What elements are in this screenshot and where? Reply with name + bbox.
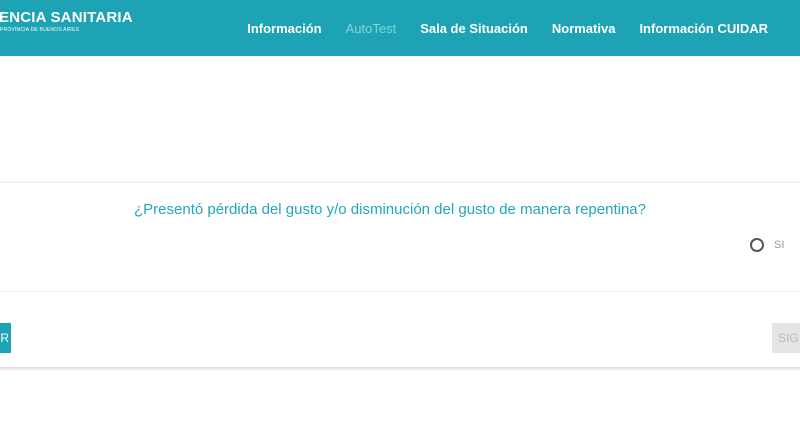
back-button-label: R xyxy=(0,331,9,345)
option-si[interactable]: SI xyxy=(750,238,784,252)
question-text: ¿Presentó pérdida del gusto y/o disminuc… xyxy=(134,201,646,218)
nav-item-autotest[interactable]: AutoTest xyxy=(334,21,409,36)
radio-button-si[interactable] xyxy=(750,238,764,252)
nav-item-normativa[interactable]: Normativa xyxy=(540,21,628,36)
nav-item-informacion-cuidar[interactable]: Información CUIDAR xyxy=(627,21,780,36)
top-header: ENCIA SANITARIA PROVINCIA DE BUENOS AIRE… xyxy=(0,0,800,56)
card-divider xyxy=(0,291,800,292)
nav-item-informacion[interactable]: Información xyxy=(235,21,333,36)
option-label-si: SI xyxy=(774,239,785,251)
brand-logo[interactable]: ENCIA SANITARIA PROVINCIA DE BUENOS AIRE… xyxy=(0,10,133,34)
nav-item-sala-de-situacion[interactable]: Sala de Situación xyxy=(408,21,540,36)
question-card: ¿Presentó pérdida del gusto y/o disminuc… xyxy=(0,183,800,367)
main-nav: Información AutoTest Sala de Situación N… xyxy=(235,0,780,56)
next-button[interactable]: SIG xyxy=(772,323,800,353)
back-button[interactable]: R xyxy=(0,323,11,353)
brand-title: ENCIA SANITARIA xyxy=(0,9,133,26)
brand-subtitle: PROVINCIA DE BUENOS AIRES xyxy=(0,27,80,33)
